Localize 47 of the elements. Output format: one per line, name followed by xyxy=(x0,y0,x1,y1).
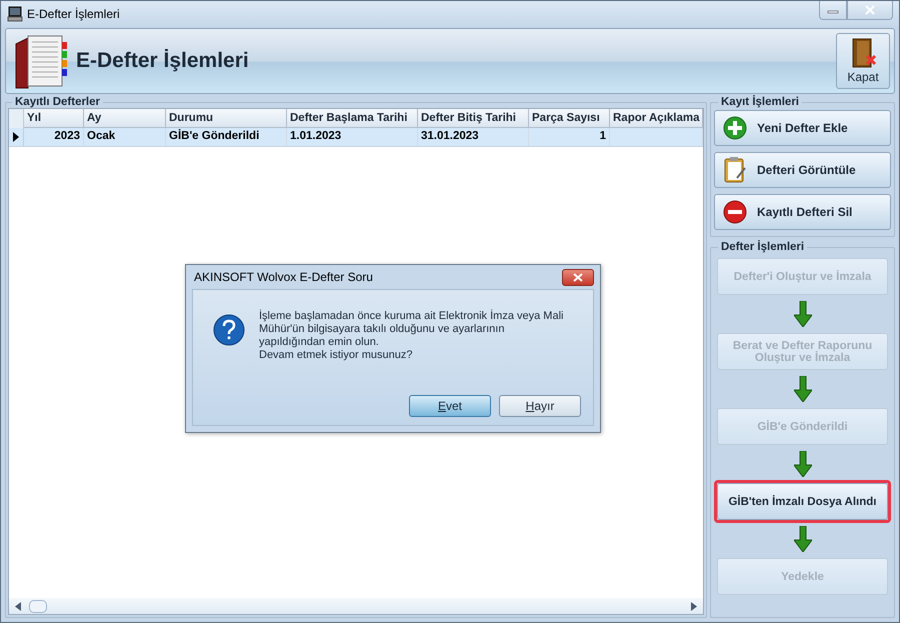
page-title: E-Defter İşlemleri xyxy=(76,49,249,73)
exit-button[interactable]: Kapat xyxy=(836,33,890,89)
dialog-button[interactable]: Evet xyxy=(409,395,491,417)
plus-icon xyxy=(723,116,747,140)
table-cell: GİB'e Gönderildi xyxy=(169,130,260,142)
step-button[interactable]: GİB'ten İmzalı Dosya Alındı xyxy=(717,483,888,520)
scroll-thumb[interactable] xyxy=(29,600,47,612)
down-arrow-icon xyxy=(794,301,812,327)
table-cell: 1.01.2023 xyxy=(290,130,342,142)
panel-title: Kayıtlı Defterler xyxy=(14,96,102,108)
action-button[interactable]: Kayıtlı Defteri Sil xyxy=(714,194,891,230)
table-cell: 31.01.2023 xyxy=(421,130,479,142)
dialog-message: İşleme başlamadan önce kuruma ait Elektronik İmza veya Mali Mühür'ün bilgisayara takılı olduğunu ve ayarlarının yapıldığından emin olun. Devam etmek istiyor musunuz? xyxy=(259,310,564,362)
table-cell: Ocak xyxy=(87,130,116,142)
column-header[interactable]: Durumu xyxy=(166,109,287,128)
close-icon xyxy=(573,272,583,282)
question-icon xyxy=(213,314,245,346)
close-icon xyxy=(864,5,876,15)
column-header[interactable]: Rapor Açıklama xyxy=(610,109,703,128)
horizontal-scrollbar[interactable] xyxy=(9,598,703,614)
down-arrow-icon xyxy=(794,376,812,402)
down-arrow-icon xyxy=(794,526,812,552)
computer-icon xyxy=(7,6,23,22)
column-header[interactable]: Ay xyxy=(84,109,166,128)
dialog-button[interactable]: Hayır xyxy=(499,395,581,417)
clipboard-icon xyxy=(723,156,747,184)
down-arrow-icon xyxy=(794,451,812,477)
panel-title: Kayıt İşlemleri xyxy=(720,96,800,108)
close-button[interactable] xyxy=(562,268,594,286)
column-header[interactable]: Defter Başlama Tarihi xyxy=(287,109,418,128)
table-cell: 1 xyxy=(600,130,606,142)
minimize-button[interactable] xyxy=(819,1,847,20)
minus-icon xyxy=(723,200,747,224)
action-button[interactable]: Defteri Görüntüle xyxy=(714,152,891,188)
corner-cell xyxy=(9,109,24,128)
column-header[interactable]: Defter Bitiş Tarihi xyxy=(418,109,529,128)
scroll-right-icon[interactable] xyxy=(691,602,697,610)
dialog-title: AKINSOFT Wolvox E-Defter Soru xyxy=(194,270,373,284)
scroll-left-icon[interactable] xyxy=(15,602,21,610)
row-pointer-icon xyxy=(13,132,19,142)
table-cell: 2023 xyxy=(54,130,80,142)
action-button[interactable]: Yeni Defter Ekle xyxy=(714,110,891,146)
window-title: E-Defter İşlemleri xyxy=(27,6,120,20)
column-header[interactable]: Parça Sayısı xyxy=(529,109,610,128)
column-header[interactable]: Yıl xyxy=(24,109,84,128)
panel-title: Defter İşlemleri xyxy=(720,241,806,253)
table-row[interactable]: 2023 Ocak GİB'e Gönderildi 1.01.2023 31.01.2023 1 xyxy=(9,128,703,147)
